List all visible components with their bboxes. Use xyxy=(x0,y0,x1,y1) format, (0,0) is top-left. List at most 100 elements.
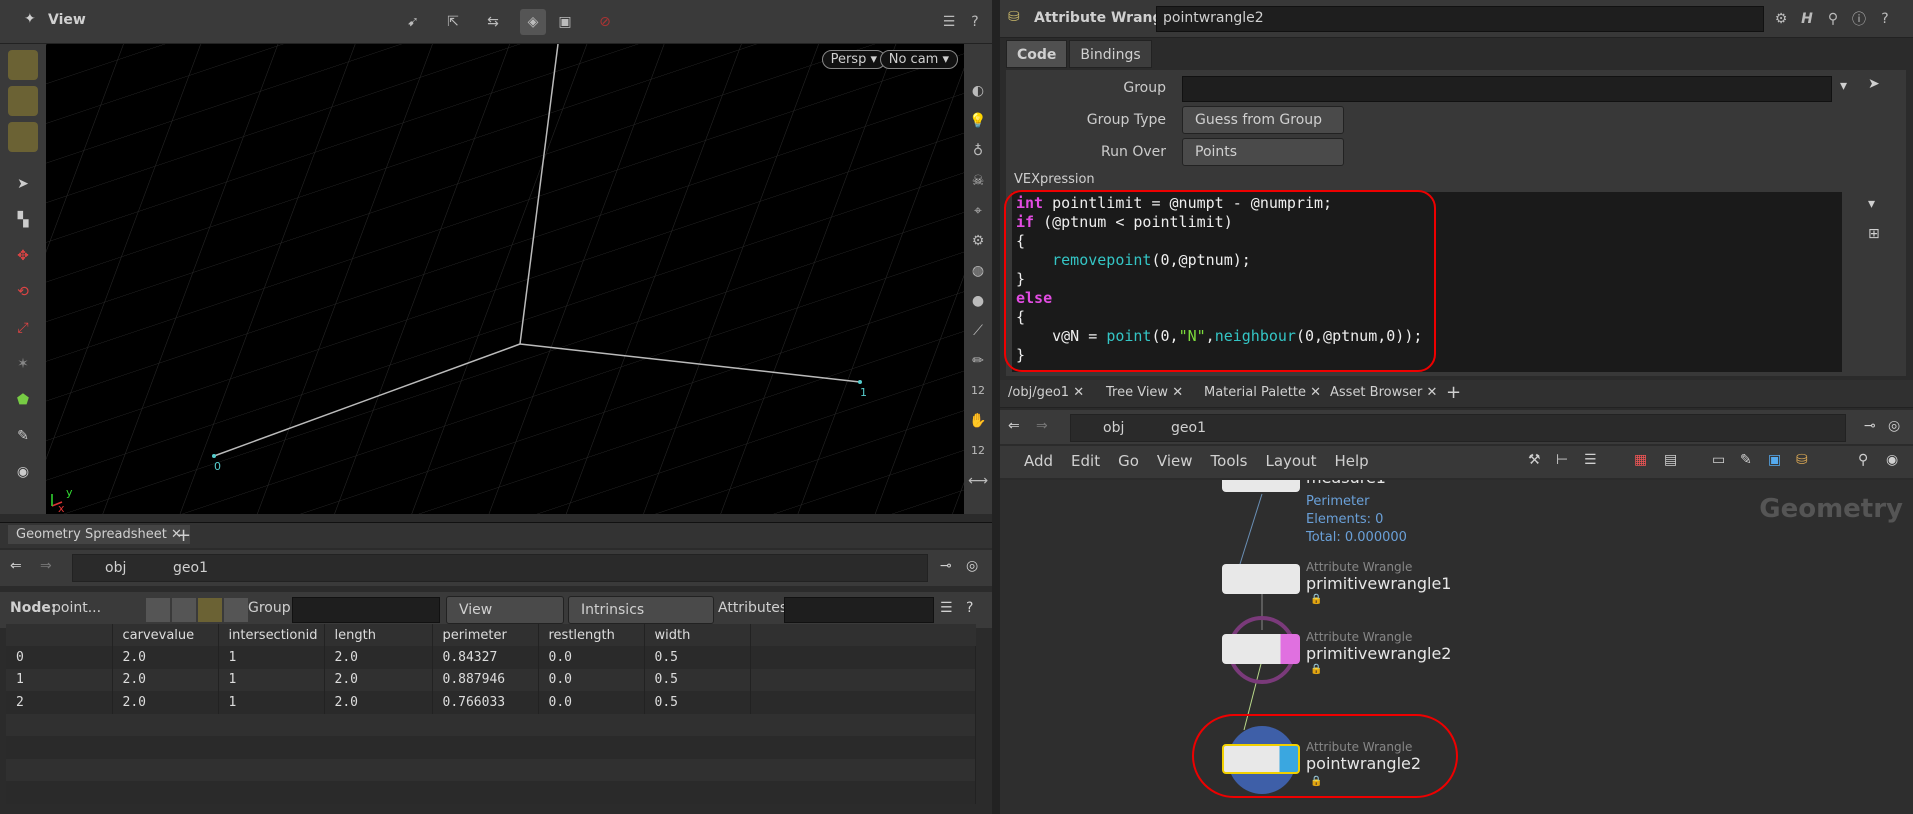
back-icon[interactable]: ⇐ xyxy=(10,558,22,574)
menu-view[interactable]: View xyxy=(1157,452,1193,470)
prim-number-badge[interactable]: 12 xyxy=(966,436,990,466)
transform-tool-icon[interactable]: ⇆ xyxy=(480,9,506,35)
column-header[interactable]: length xyxy=(324,624,433,646)
menu-help[interactable]: Help xyxy=(1334,452,1368,470)
close-icon[interactable]: ✕ xyxy=(1172,385,1183,400)
expand-icon[interactable]: ▾ xyxy=(1868,196,1875,212)
color-palette-icon[interactable]: ▦ xyxy=(1634,452,1647,468)
link-icon[interactable]: ◎ xyxy=(1888,418,1900,434)
spreadsheet-tab[interactable]: Geometry Spreadsheet ✕ xyxy=(8,525,190,544)
info-icon[interactable]: ⓘ xyxy=(1846,6,1872,32)
object-mode-icon[interactable] xyxy=(8,50,38,80)
background-image-icon[interactable]: ▣ xyxy=(1768,452,1781,468)
camera-menu[interactable]: No cam ▾ xyxy=(879,50,958,69)
menu-go[interactable]: Go xyxy=(1118,452,1139,470)
scale-icon[interactable]: ⤢ xyxy=(8,320,38,350)
normal-icon[interactable]: ⟋ xyxy=(966,316,990,346)
wire-icon[interactable]: ⚙ xyxy=(966,226,990,256)
camera-icon[interactable]: ⌖ xyxy=(966,196,990,226)
3d-viewport[interactable]: 0 1 x y Persp ▾ No cam ▾ xyxy=(46,44,964,514)
path-geo1[interactable]: geo1 xyxy=(1171,420,1206,436)
table-row[interactable]: 0 2.0 1 2.0 0.84327 0.0 0.5 xyxy=(6,646,976,669)
tab-code[interactable]: Code xyxy=(1006,40,1068,68)
forward-icon[interactable]: ⇒ xyxy=(1036,418,1048,434)
column-header[interactable]: perimeter xyxy=(432,624,539,646)
add-tab-icon[interactable]: + xyxy=(1446,382,1461,403)
pane-divider[interactable] xyxy=(992,0,1000,814)
snapshot-icon[interactable]: ▣ xyxy=(552,9,578,35)
points-attr-icon[interactable] xyxy=(146,598,170,622)
houdini-icon[interactable]: H xyxy=(1794,6,1820,32)
close-icon[interactable]: ✕ xyxy=(1427,385,1438,400)
wrench-icon[interactable]: ⚒ xyxy=(1528,452,1541,468)
tab-tree-view[interactable]: Tree View ✕ xyxy=(1106,385,1183,400)
primitive-mode-icon[interactable] xyxy=(8,122,38,152)
column-header[interactable]: carvevalue xyxy=(112,624,219,646)
display-mode-icon[interactable]: ◈ xyxy=(520,9,546,35)
path-obj[interactable]: obj xyxy=(1103,420,1124,436)
link-icon[interactable]: ◎ xyxy=(966,558,978,574)
attributes-filter-field[interactable] xyxy=(784,597,934,623)
detail-attr-icon[interactable] xyxy=(224,598,248,622)
add-spare-icon[interactable]: ⊞ xyxy=(1868,226,1880,242)
group-type-dropdown[interactable]: Guess from Group xyxy=(1182,106,1344,134)
tab-material-palette[interactable]: Material Palette ✕ xyxy=(1204,385,1321,400)
view-tool-icon[interactable]: ◉ xyxy=(8,464,38,494)
select-arrow-icon[interactable]: ➤ xyxy=(1868,76,1880,92)
hand-icon[interactable]: ✋ xyxy=(966,406,990,436)
visibility-icon[interactable]: ◉ xyxy=(1886,452,1898,468)
skull-icon[interactable]: ☠ xyxy=(966,166,990,196)
view-dropdown[interactable]: View xyxy=(446,596,564,624)
ghost-icon[interactable]: ◍ xyxy=(966,256,990,286)
help-icon-params[interactable]: ? xyxy=(1872,6,1898,32)
vector-icon[interactable]: ✏ xyxy=(966,346,990,376)
columns-icon[interactable]: ☰ xyxy=(940,600,953,616)
grid-icon[interactable]: ▤ xyxy=(1664,452,1677,468)
path-field[interactable]: obj geo1 xyxy=(72,554,928,582)
search-icon[interactable]: ⚲ xyxy=(1820,6,1846,32)
add-tab-icon[interactable]: + xyxy=(176,525,191,546)
table-row[interactable]: 1 2.0 1 2.0 0.887946 0.0 0.5 xyxy=(6,668,976,692)
persp-menu[interactable]: Persp ▾ xyxy=(821,50,886,69)
network-path-field[interactable]: obj geo1 xyxy=(1070,414,1846,442)
menu-tools[interactable]: Tools xyxy=(1211,452,1248,470)
vertices-attr-icon[interactable] xyxy=(172,598,196,622)
table-row[interactable]: 2 2.0 1 2.0 0.766033 0.0 0.5 xyxy=(6,691,976,714)
close-icon[interactable]: ✕ xyxy=(1310,385,1321,400)
tree-icon[interactable]: ⊢ xyxy=(1556,452,1568,468)
path-geo1[interactable]: geo1 xyxy=(173,560,208,576)
points-mode-icon[interactable] xyxy=(8,86,38,116)
menu-add[interactable]: Add xyxy=(1024,452,1053,470)
display-options-icon[interactable]: ☰ xyxy=(936,9,962,35)
menu-edit[interactable]: Edit xyxy=(1071,452,1100,470)
handle-icon[interactable]: ⬟ xyxy=(8,392,38,422)
help-icon-sheet[interactable]: ? xyxy=(966,600,973,616)
wrangle-node-2[interactable] xyxy=(1222,634,1300,664)
help-icon[interactable]: ? xyxy=(962,9,988,35)
tab-bindings[interactable]: Bindings xyxy=(1069,40,1152,68)
point-number-badge[interactable]: 12 xyxy=(966,376,990,406)
lasso-icon[interactable]: ▚ xyxy=(8,212,38,242)
arrow-select-icon[interactable]: ➤ xyxy=(8,176,38,206)
back-icon[interactable]: ⇐ xyxy=(1008,418,1020,434)
wrangle-node-1[interactable] xyxy=(1222,564,1300,594)
run-over-dropdown[interactable]: Points xyxy=(1182,138,1344,166)
forward-icon[interactable]: ⇒ xyxy=(40,558,52,574)
shading-icon[interactable]: ◐ xyxy=(966,76,990,106)
measure-icon[interactable]: ⟷ xyxy=(966,466,990,496)
intrinsics-dropdown[interactable]: Intrinsics xyxy=(568,596,714,624)
stop-icon[interactable]: ⊘ xyxy=(592,9,618,35)
column-header[interactable]: width xyxy=(644,624,751,646)
node-name-field[interactable]: pointwrangle2 xyxy=(1156,6,1764,32)
pose-icon[interactable]: ✶ xyxy=(8,356,38,386)
network-box-icon[interactable]: ▭ xyxy=(1712,452,1725,468)
list-icon[interactable]: ☰ xyxy=(1584,452,1597,468)
network-editor[interactable]: Geometry measure1 Perimeter Elements: 0 … xyxy=(1000,480,1913,814)
gear-icon[interactable]: ⚙ xyxy=(1768,6,1794,32)
select-tool-icon[interactable]: ➹ xyxy=(400,9,426,35)
pin-icon[interactable]: ⊸ xyxy=(1864,418,1876,434)
menu-layout[interactable]: Layout xyxy=(1265,452,1316,470)
group-filter-field[interactable] xyxy=(292,597,440,623)
path-obj[interactable]: obj xyxy=(105,560,126,576)
light-icon[interactable]: 💡 xyxy=(966,106,990,136)
